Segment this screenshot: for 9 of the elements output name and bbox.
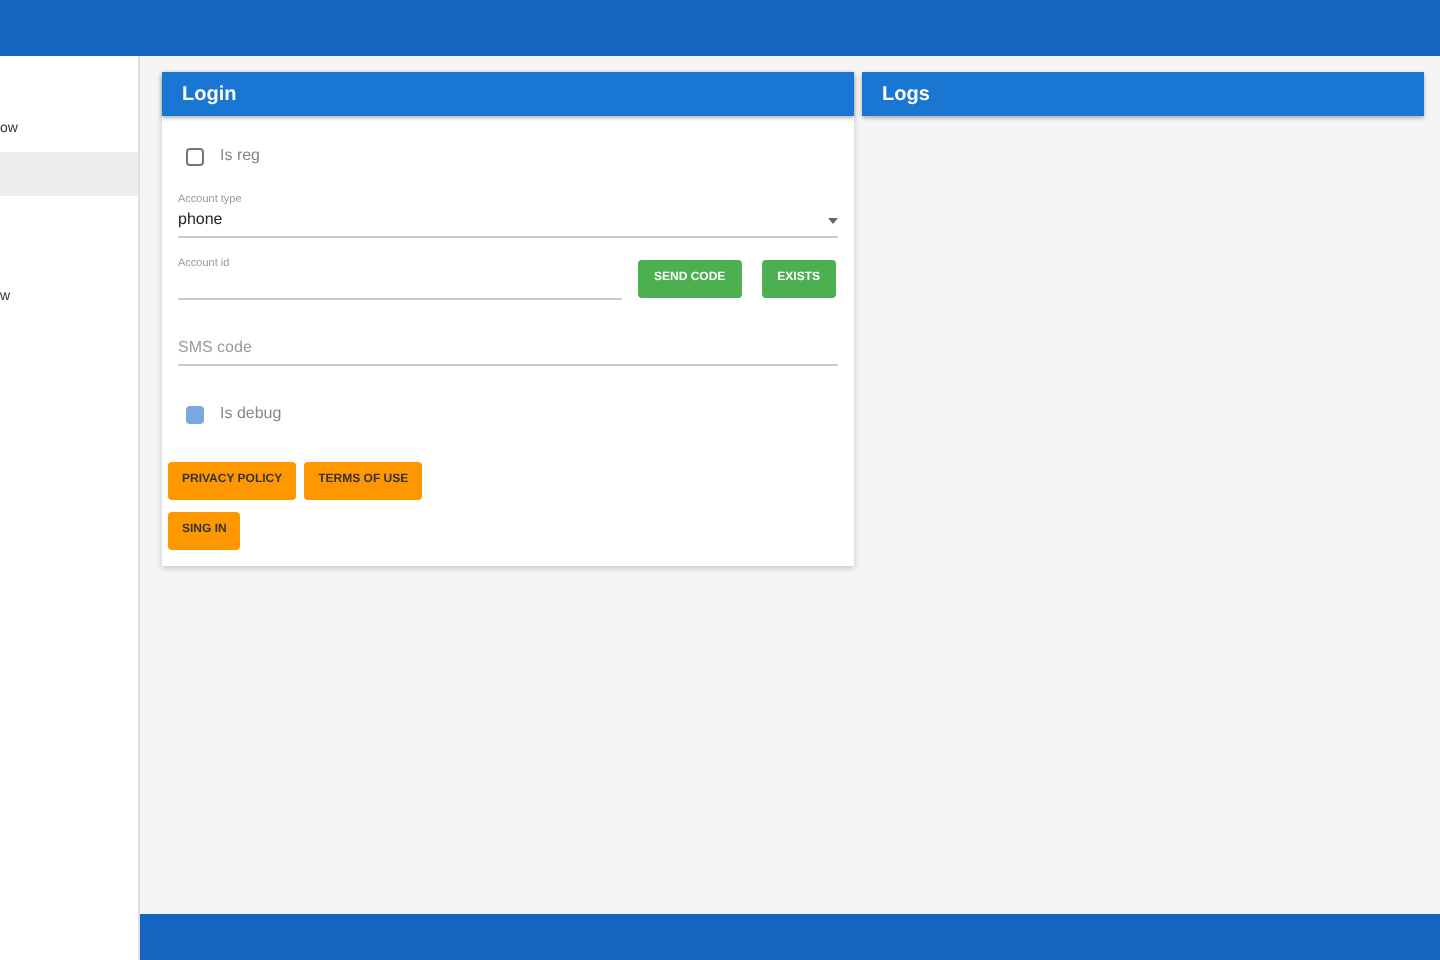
checkbox[interactable] xyxy=(186,147,204,165)
checkbox-label: Is reg xyxy=(220,144,261,168)
sms-code-field[interactable]: SMS code xyxy=(178,336,838,367)
panel-title: Logs xyxy=(882,81,930,109)
caret-icon xyxy=(828,218,838,225)
panel-title: Login xyxy=(182,81,237,109)
checkbox-label: Is debug xyxy=(220,402,282,427)
checkbox[interactable] xyxy=(186,405,204,424)
field-value: phone xyxy=(178,208,225,233)
